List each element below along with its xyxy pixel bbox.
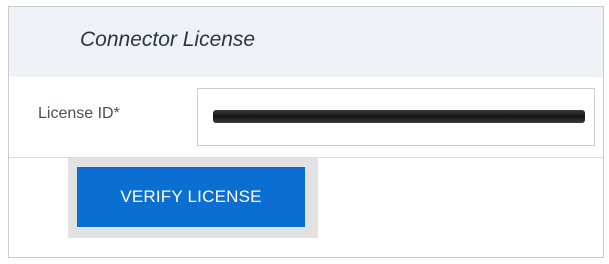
panel-title: Connector License (80, 28, 256, 51)
panel-header: Connector License (9, 7, 603, 77)
license-id-row: License ID* (9, 77, 603, 158)
connector-license-panel: Connector License License ID* VERIFY LIC… (8, 6, 604, 258)
redacted-license-value (213, 110, 585, 123)
license-id-label: License ID* (38, 105, 120, 122)
verify-button-focus-area: VERIFY LICENSE (68, 158, 318, 238)
verify-license-button[interactable]: VERIFY LICENSE (77, 167, 305, 227)
